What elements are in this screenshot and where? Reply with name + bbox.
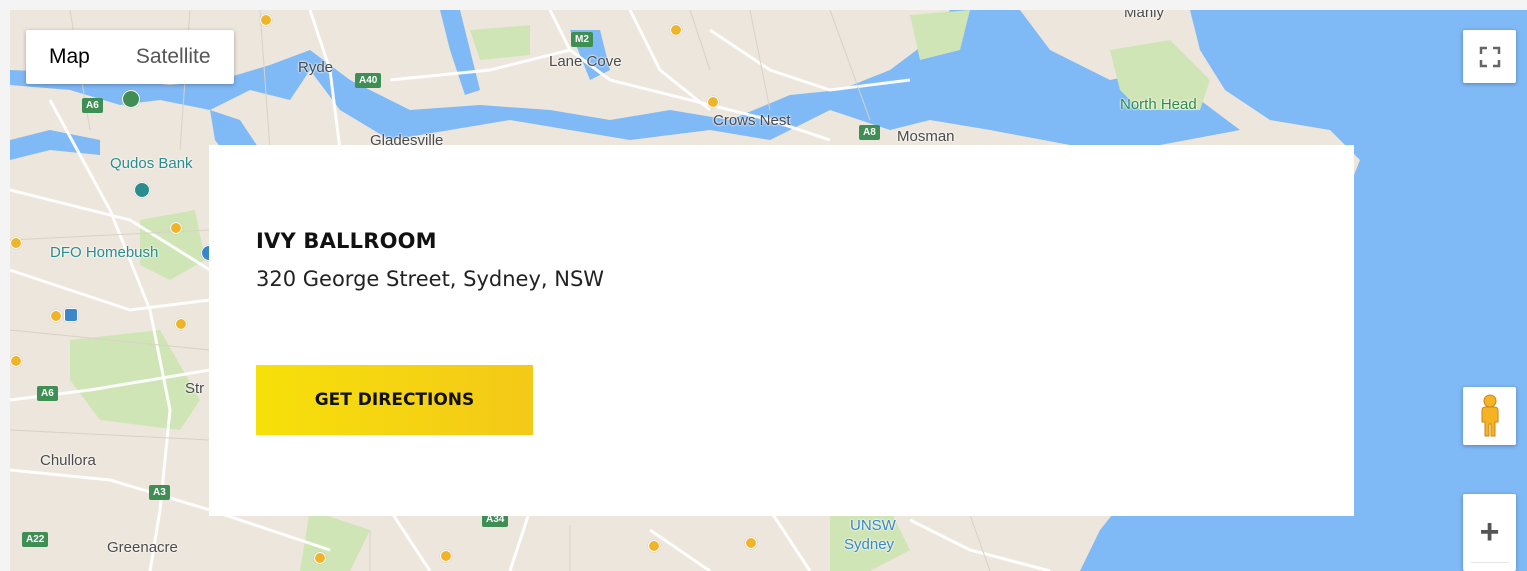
place-label: Ryde xyxy=(298,59,334,76)
poi-marker-icon xyxy=(440,550,452,562)
road-shield: A6 xyxy=(37,386,58,401)
poi-marker-icon xyxy=(648,540,660,552)
place-label: Chullora xyxy=(40,452,96,469)
road-shield: A3 xyxy=(149,485,170,500)
road-shield: A22 xyxy=(22,532,49,547)
road-shield: M2 xyxy=(571,32,593,47)
place-label: Mosman xyxy=(897,128,955,145)
poi-marker-icon xyxy=(175,318,187,330)
fullscreen-button[interactable] xyxy=(1463,30,1516,83)
place-label: Qudos Bank xyxy=(110,155,193,172)
street-view-button[interactable] xyxy=(1463,387,1516,445)
place-label: DFO Homebush xyxy=(50,244,159,261)
map-type-tab-map[interactable]: Map xyxy=(26,30,113,84)
poi-marker-icon xyxy=(707,96,719,108)
poi-marker-icon xyxy=(10,237,22,249)
zoom-in-button[interactable]: + xyxy=(1463,515,1516,549)
road-shield: A6 xyxy=(82,98,103,113)
road-shield: A8 xyxy=(859,125,880,140)
place-label: Manly xyxy=(1124,10,1165,21)
place-label: Sydney xyxy=(844,536,895,553)
poi-marker-icon xyxy=(670,24,682,36)
map-type-tab-satellite[interactable]: Satellite xyxy=(113,30,234,84)
stadium-marker-icon xyxy=(134,182,150,198)
venue-name: IVY BALLROOM xyxy=(256,229,437,253)
poi-marker-icon xyxy=(745,537,757,549)
zoom-divider xyxy=(1470,561,1509,563)
park-marker-icon xyxy=(122,90,140,108)
poi-marker-icon xyxy=(260,14,272,26)
train-station-icon xyxy=(64,308,78,322)
place-label: Str xyxy=(185,380,205,397)
poi-marker-icon xyxy=(170,222,182,234)
poi-marker-icon xyxy=(314,552,326,564)
poi-marker-icon xyxy=(10,355,22,367)
venue-card: IVY BALLROOM 320 George Street, Sydney, … xyxy=(209,145,1354,516)
poi-marker-icon xyxy=(50,310,62,322)
place-label: Lane Cove xyxy=(549,53,622,70)
place-label: Greenacre xyxy=(107,539,178,556)
place-label: North Head xyxy=(1120,96,1197,113)
place-label: UNSW xyxy=(850,517,896,534)
pegman-icon xyxy=(1481,394,1498,437)
fullscreen-icon xyxy=(1479,46,1500,67)
venue-address: 320 George Street, Sydney, NSW xyxy=(256,267,605,291)
road-shield: A40 xyxy=(355,73,382,88)
get-directions-button[interactable]: GET DIRECTIONS xyxy=(256,365,533,435)
place-label: Crows Nest xyxy=(713,112,791,129)
map-type-control: Map Satellite xyxy=(26,30,234,84)
zoom-control: + xyxy=(1463,494,1516,571)
